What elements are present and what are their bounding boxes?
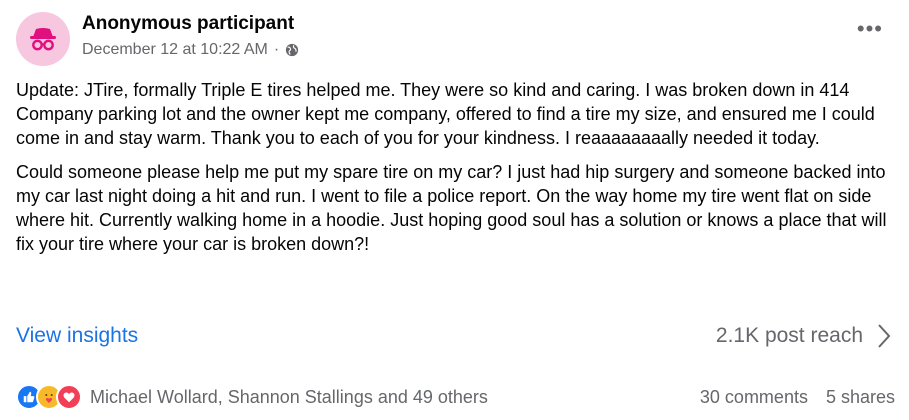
comments-count[interactable]: 30 comments <box>700 387 808 408</box>
post-body: Update: JTire, formally Triple E tires h… <box>16 78 896 266</box>
post-avatar[interactable] <box>16 12 70 66</box>
post-update-paragraph: Update: JTire, formally Triple E tires h… <box>16 80 875 148</box>
post-reach[interactable]: 2.1K post reach <box>716 323 891 349</box>
post-meta: December 12 at 10:22 AM · <box>82 41 299 59</box>
reactors-text[interactable]: Michael Wollard, Shannon Stallings and 4… <box>90 387 488 408</box>
post-author[interactable]: Anonymous participant <box>82 13 294 35</box>
post-original-paragraph: Could someone please help me put my spar… <box>16 162 887 254</box>
chevron-right-icon <box>878 324 891 348</box>
shares-count[interactable]: 5 shares <box>826 387 895 408</box>
reaction-icons[interactable] <box>16 384 82 410</box>
view-insights-link[interactable]: View insights <box>16 324 138 348</box>
post-footer: Michael Wollard, Shannon Stallings and 4… <box>16 382 895 412</box>
more-options-icon[interactable]: ••• <box>857 18 883 40</box>
incognito-icon <box>30 28 56 51</box>
post-timestamp[interactable]: December 12 at 10:22 AM <box>82 41 268 59</box>
love-icon <box>56 384 82 410</box>
post-reach-label: 2.1K post reach <box>715 324 863 347</box>
globe-icon <box>286 43 299 57</box>
meta-separator: · <box>273 41 280 58</box>
